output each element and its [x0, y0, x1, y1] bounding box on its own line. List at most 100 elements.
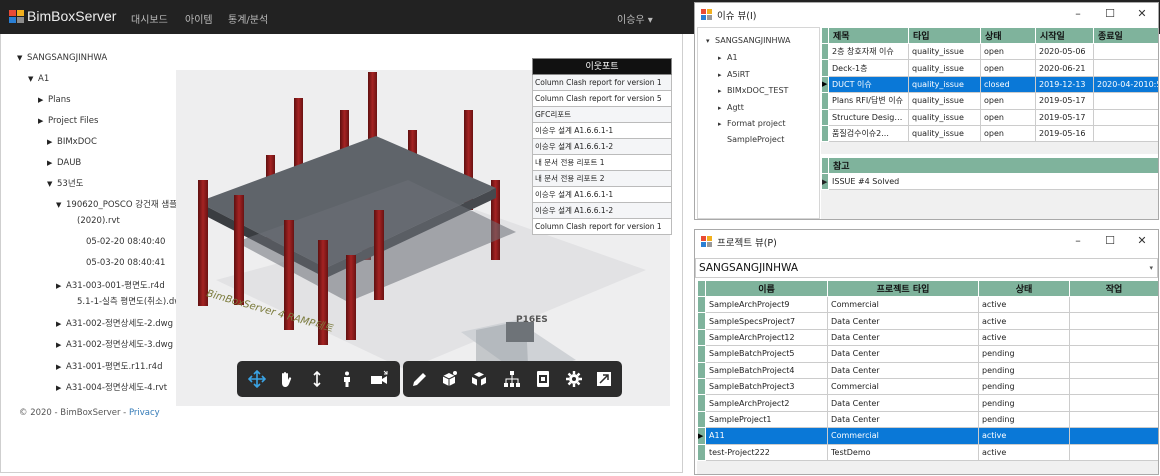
tree-node[interactable]: ▶ A31-002-정면상세도-2.dwg — [56, 318, 173, 330]
export-report-item[interactable]: 이승우 설계 A1.6.6.1-2 — [532, 203, 672, 219]
row-header[interactable]: ▶ — [821, 75, 829, 94]
export-report-item[interactable]: 이승우 설계 A1.6.6.1-1 — [532, 123, 672, 139]
export-report-item[interactable]: 이승우 설계 A1.6.6.1-2 — [532, 139, 672, 155]
column-header[interactable]: 시작일 — [1035, 27, 1094, 44]
tree-node[interactable]: 05-03-20 08:40:41 — [76, 257, 165, 269]
row-header[interactable] — [697, 328, 706, 347]
table-row[interactable]: 2층 창호자재 이슈 quality_issue open 2020-05-06 — [821, 42, 1158, 61]
user-menu[interactable]: 이승우 ▾ — [617, 11, 653, 26]
tree-node[interactable]: ▶ A31-001-평면도.r11.r4d — [56, 361, 162, 373]
hand-icon[interactable] — [277, 370, 295, 388]
table-cell[interactable]: Plans RFI/답변 이슈 — [828, 92, 909, 110]
table-cell[interactable]: active — [978, 312, 1070, 330]
column-header[interactable]: 이름 — [705, 280, 828, 297]
row-header[interactable] — [697, 345, 706, 363]
table-cell[interactable]: Data Center — [827, 394, 979, 412]
caret-down-icon[interactable]: ▼ — [56, 199, 66, 211]
row-header[interactable] — [821, 124, 829, 143]
table-cell[interactable]: quality_issue — [908, 108, 981, 126]
table-cell[interactable] — [1069, 443, 1158, 461]
table-cell[interactable]: Commercial — [827, 427, 979, 445]
caret-down-icon[interactable]: ▼ — [28, 73, 38, 85]
table-cell[interactable]: 2020-05-06 — [1035, 42, 1094, 61]
table-row[interactable]: SampleArchProject9 Commercial active — [697, 295, 1158, 314]
table-cell[interactable]: 2019-05-17 — [1035, 92, 1094, 110]
table-cell[interactable]: 2020-06-21 — [1035, 59, 1094, 77]
table-cell[interactable]: SampleProject1 — [705, 410, 828, 429]
caret-right-icon[interactable]: ▸ — [718, 52, 727, 64]
table-cell[interactable]: open — [980, 108, 1036, 126]
row-header[interactable] — [697, 377, 706, 396]
table-cell[interactable]: 2019-12-13 — [1035, 75, 1094, 94]
table-cell[interactable] — [1093, 124, 1158, 143]
table-cell[interactable]: Data Center — [827, 312, 979, 330]
row-header[interactable] — [697, 361, 706, 379]
caret-right-icon[interactable]: ▸ — [718, 102, 727, 114]
minimize-button[interactable]: – — [1071, 234, 1085, 248]
table-cell[interactable]: Structure Design R... — [828, 108, 909, 126]
row-header[interactable] — [697, 394, 706, 412]
table-cell[interactable]: 2층 창호자재 이슈 — [828, 42, 909, 61]
brand[interactable]: BimBoxServer — [9, 8, 116, 24]
table-cell[interactable]: SampleArchProject9 — [705, 295, 828, 314]
caret-right-icon[interactable]: ▸ — [718, 85, 727, 97]
table-cell[interactable] — [1069, 427, 1158, 445]
table-cell[interactable]: active — [978, 443, 1070, 461]
column-header[interactable]: 프로젝트 타입 — [827, 280, 979, 297]
hierarchy-icon[interactable] — [503, 370, 521, 388]
table-cell[interactable] — [1069, 345, 1158, 363]
table-cell[interactable] — [1093, 108, 1158, 126]
table-cell[interactable] — [1093, 59, 1158, 77]
tree-node[interactable]: ▶ BIMxDOC — [47, 136, 97, 148]
column-header[interactable]: 작업 — [1069, 280, 1158, 297]
caret-down-icon[interactable]: ▼ — [17, 52, 27, 64]
nav-items[interactable]: 아이템 — [185, 11, 213, 26]
row-header[interactable]: ▶ — [697, 427, 706, 445]
project-tree-node[interactable]: ▸ BIMxDOC_TEST — [718, 85, 788, 97]
table-row[interactable]: Deck-1층 quality_issue open 2020-06-21 — [821, 59, 1158, 77]
table-cell[interactable]: active — [978, 427, 1070, 445]
caret-right-icon[interactable]: ▸ — [718, 69, 727, 81]
table-cell[interactable]: SampleBatchProject3 — [705, 377, 828, 396]
table-cell[interactable]: SampleArchProject12 — [705, 328, 828, 347]
close-button[interactable]: ✕ — [1135, 234, 1149, 248]
caret-right-icon[interactable]: ▶ — [56, 382, 66, 394]
table-cell[interactable]: open — [980, 42, 1036, 61]
table-cell[interactable]: Data Center — [827, 328, 979, 347]
column-header[interactable]: 타입 — [908, 27, 981, 44]
gear-icon[interactable] — [565, 370, 583, 388]
table-cell[interactable]: pending — [978, 345, 1070, 363]
table-cell[interactable] — [1069, 394, 1158, 412]
table-cell[interactable]: pending — [978, 410, 1070, 429]
tree-node[interactable]: 5.1-1-실측 평면도(취소).dwg — [67, 296, 187, 308]
properties-icon[interactable] — [534, 370, 552, 388]
table-cell[interactable]: pending — [978, 377, 1070, 396]
tree-node[interactable]: ▼ 53년도 — [47, 178, 83, 190]
tree-node[interactable]: ▶ DAUB — [47, 157, 81, 169]
table-cell[interactable]: 2020-04-2010:5 — [1093, 75, 1158, 94]
table-cell[interactable]: open — [980, 124, 1036, 143]
table-cell[interactable]: pending — [978, 394, 1070, 412]
table-row[interactable]: 품질검수이슈2... quality_issue open 2019-05-16 — [821, 124, 1158, 143]
row-header[interactable] — [821, 92, 829, 110]
move-icon[interactable] — [248, 370, 266, 388]
box-explode-icon[interactable] — [470, 370, 488, 388]
caret-right-icon[interactable]: ▸ — [718, 118, 727, 130]
tree-node[interactable]: ▼ A1 — [28, 73, 49, 85]
title-bar[interactable]: 이슈 뷰(I) – ☐ ✕ — [695, 3, 1158, 25]
close-button[interactable]: ✕ — [1135, 7, 1149, 21]
table-cell[interactable] — [1069, 410, 1158, 429]
table-cell[interactable]: SampleBatchProject4 — [705, 361, 828, 379]
tree-node[interactable]: (2020).rvt — [67, 215, 120, 227]
project-tree-node[interactable]: ▸ A5iRT — [718, 69, 750, 81]
table-cell[interactable] — [1069, 312, 1158, 330]
table-cell[interactable]: DUCT 이슈 — [828, 75, 909, 94]
table-cell[interactable] — [1093, 92, 1158, 110]
caret-right-icon[interactable]: ▶ — [47, 136, 57, 148]
table-cell[interactable] — [1069, 361, 1158, 379]
export-report-item[interactable]: Column Clash report for version 1 — [532, 219, 672, 235]
table-row[interactable]: SampleSpecsProject7 Data Center active — [697, 312, 1158, 330]
table-row[interactable]: test-Project222 TestDemo active — [697, 443, 1158, 461]
caret-right-icon[interactable]: ▶ — [56, 339, 66, 351]
tree-node[interactable]: ▶ A31-003-001-평면도.r4d — [56, 280, 165, 292]
